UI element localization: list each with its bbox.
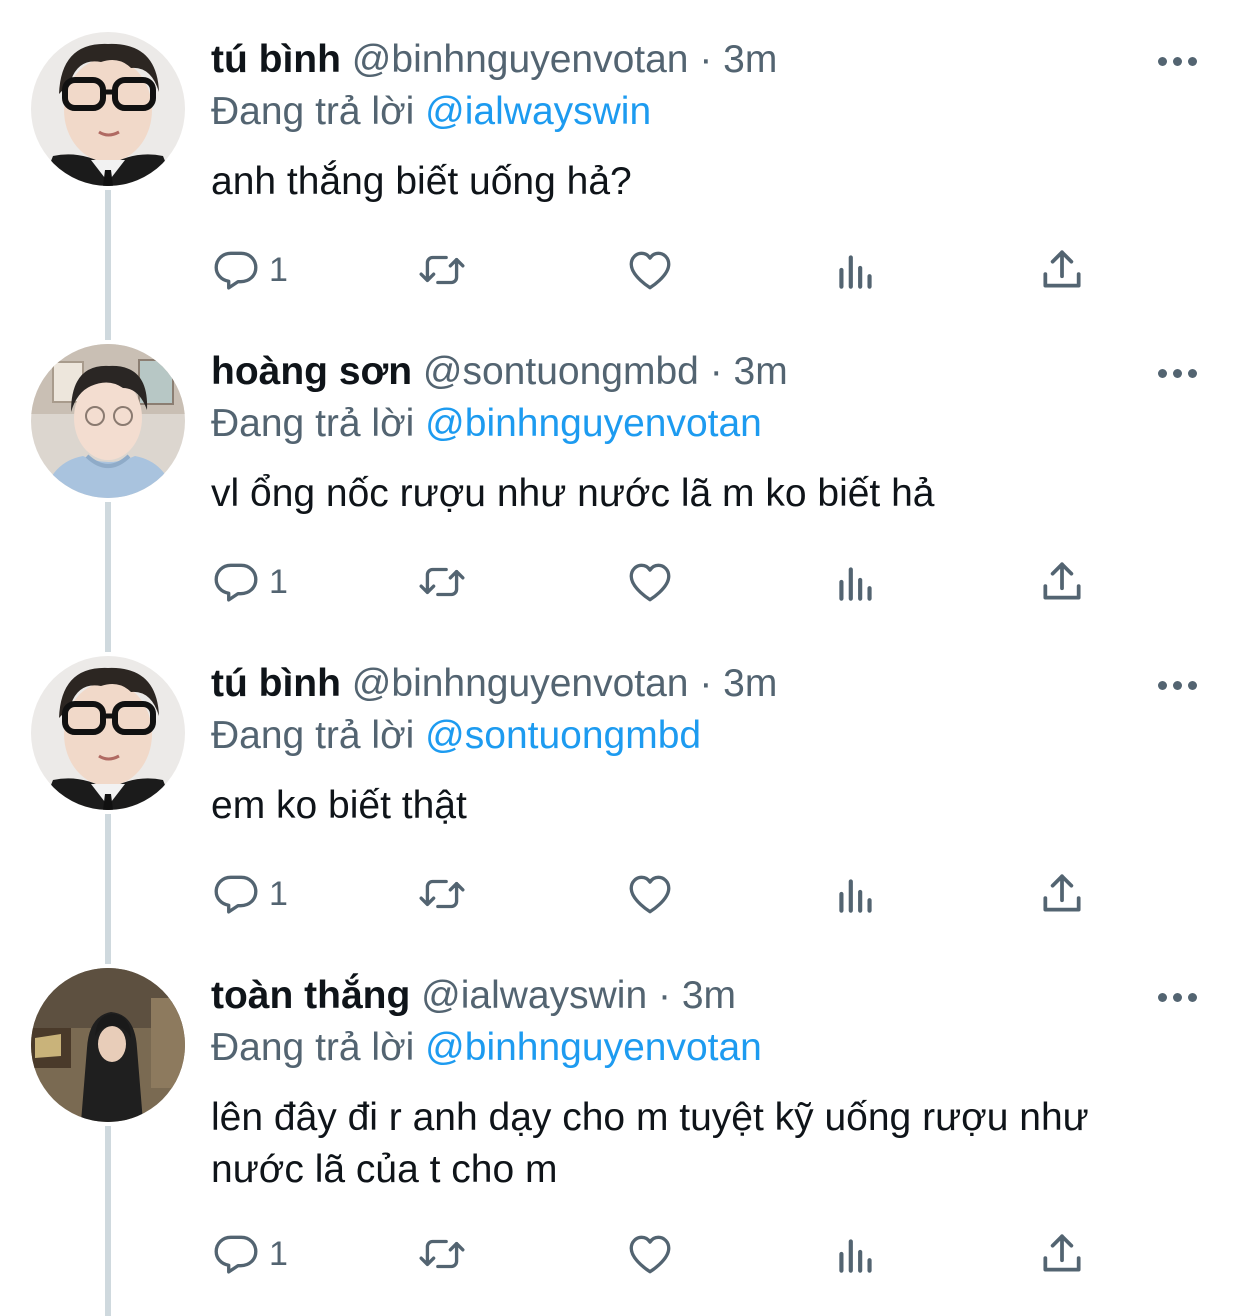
- tweet-text-line: lên đây đi r anh dạy cho m tuyệt kỹ uống…: [211, 1096, 1089, 1139]
- display-name[interactable]: hoàng sơn: [211, 350, 412, 393]
- display-name[interactable]: toàn thắng: [211, 974, 410, 1017]
- tweet-header: hoàng sơn @sontuongmbd · 3m: [211, 348, 788, 396]
- mention-link[interactable]: @binhnguyenvotan: [425, 402, 762, 445]
- reply-icon: [214, 563, 258, 602]
- reply-icon: [214, 1235, 258, 1274]
- heart-icon: [629, 251, 671, 290]
- display-name[interactable]: tú bình: [211, 662, 341, 705]
- analytics-icon: [839, 1239, 872, 1273]
- thread-line: [105, 814, 111, 964]
- retweet-icon: [419, 567, 465, 597]
- retweet-button[interactable]: [417, 1224, 467, 1284]
- replying-to: Đang trả lời @ialwayswin: [211, 88, 651, 136]
- thread-line: [105, 190, 111, 340]
- username[interactable]: @sontuongmbd: [423, 350, 699, 393]
- more-icon[interactable]: [1158, 366, 1202, 380]
- views-button[interactable]: [831, 1224, 881, 1284]
- replying-to-label: Đang trả lời: [211, 402, 415, 445]
- views-button[interactable]: [831, 864, 881, 924]
- replying-to-label: Đang trả lời: [211, 714, 415, 757]
- share-button[interactable]: [1037, 1224, 1087, 1284]
- reply-count: 1: [269, 562, 288, 601]
- separator: ·: [657, 974, 671, 1017]
- retweet-icon: [419, 1239, 465, 1269]
- heart-icon: [629, 563, 671, 602]
- tweet-text: anh thắng biết uống hả?: [211, 160, 632, 203]
- avatar[interactable]: [31, 344, 185, 498]
- tweet-text: em ko biết thật: [211, 784, 467, 827]
- replying-to-label: Đang trả lời: [211, 90, 415, 133]
- heart-icon: [629, 1235, 671, 1274]
- retweet-button[interactable]: [417, 240, 467, 300]
- display-name[interactable]: tú bình: [211, 38, 341, 81]
- retweet-button[interactable]: [417, 552, 467, 612]
- more-icon[interactable]: [1158, 678, 1202, 692]
- analytics-icon: [839, 255, 872, 289]
- replying-to: Đang trả lời @binhnguyenvotan: [211, 1024, 762, 1072]
- analytics-icon: [839, 879, 872, 913]
- username[interactable]: @binhnguyenvotan: [352, 662, 689, 705]
- avatar[interactable]: [31, 656, 185, 810]
- replying-to-label: Đang trả lời: [211, 1026, 415, 1069]
- retweet-icon: [419, 879, 465, 909]
- like-button[interactable]: [625, 1224, 675, 1284]
- replying-to: Đang trả lời @binhnguyenvotan: [211, 400, 762, 448]
- tweet-header: tú bình @binhnguyenvotan · 3m: [211, 660, 777, 708]
- more-icon[interactable]: [1158, 54, 1202, 68]
- action-bar: 1: [211, 240, 1111, 300]
- retweet-icon: [419, 255, 465, 285]
- mention-link[interactable]: @binhnguyenvotan: [425, 1026, 762, 1069]
- retweet-button[interactable]: [417, 864, 467, 924]
- share-icon: [1043, 1234, 1081, 1272]
- replying-to: Đang trả lời @sontuongmbd: [211, 712, 701, 760]
- action-bar: 1: [211, 552, 1111, 612]
- views-button[interactable]: [831, 240, 881, 300]
- thread-line: [105, 502, 111, 652]
- timestamp[interactable]: 3m: [734, 350, 788, 393]
- share-icon: [1043, 250, 1081, 288]
- mention-link[interactable]: @sontuongmbd: [425, 714, 701, 757]
- timestamp[interactable]: 3m: [723, 38, 777, 81]
- share-button[interactable]: [1037, 552, 1087, 612]
- like-button[interactable]: [625, 864, 675, 924]
- separator: ·: [699, 38, 713, 81]
- separator: ·: [699, 662, 713, 705]
- reply-icon: [214, 875, 258, 914]
- reply-button[interactable]: 1: [211, 552, 288, 612]
- tweet-text: vl ổng nốc rượu như nước lã m ko biết hả: [211, 472, 935, 515]
- reply-count: 1: [269, 1234, 288, 1273]
- action-bar: 1: [211, 1224, 1111, 1284]
- like-button[interactable]: [625, 552, 675, 612]
- tweet-header: toàn thắng @ialwayswin · 3m: [211, 972, 736, 1020]
- more-icon[interactable]: [1158, 990, 1202, 1004]
- username[interactable]: @ialwayswin: [421, 974, 647, 1017]
- tweet-text: lên đây đi r anh dạy cho m tuyệt kỹ uống…: [211, 1092, 1211, 1196]
- separator: ·: [709, 350, 723, 393]
- thread-line: [105, 1126, 111, 1316]
- tweet-header: tú bình @binhnguyenvotan · 3m: [211, 36, 777, 84]
- heart-icon: [629, 875, 671, 914]
- reply-button[interactable]: 1: [211, 864, 288, 924]
- avatar[interactable]: [31, 968, 185, 1122]
- share-icon: [1043, 562, 1081, 600]
- username[interactable]: @binhnguyenvotan: [352, 38, 689, 81]
- tweet-text-line: nước lã của t cho m: [211, 1148, 558, 1191]
- reply-count: 1: [269, 250, 288, 289]
- timestamp[interactable]: 3m: [682, 974, 736, 1017]
- avatar[interactable]: [31, 32, 185, 186]
- share-icon: [1043, 874, 1081, 912]
- reply-button[interactable]: 1: [211, 1224, 288, 1284]
- reply-button[interactable]: 1: [211, 240, 288, 300]
- analytics-icon: [839, 567, 872, 601]
- share-button[interactable]: [1037, 864, 1087, 924]
- reply-count: 1: [269, 874, 288, 913]
- timestamp[interactable]: 3m: [723, 662, 777, 705]
- mention-link[interactable]: @ialwayswin: [425, 90, 651, 133]
- action-bar: 1: [211, 864, 1111, 924]
- share-button[interactable]: [1037, 240, 1087, 300]
- like-button[interactable]: [625, 240, 675, 300]
- views-button[interactable]: [831, 552, 881, 612]
- reply-icon: [214, 251, 258, 290]
